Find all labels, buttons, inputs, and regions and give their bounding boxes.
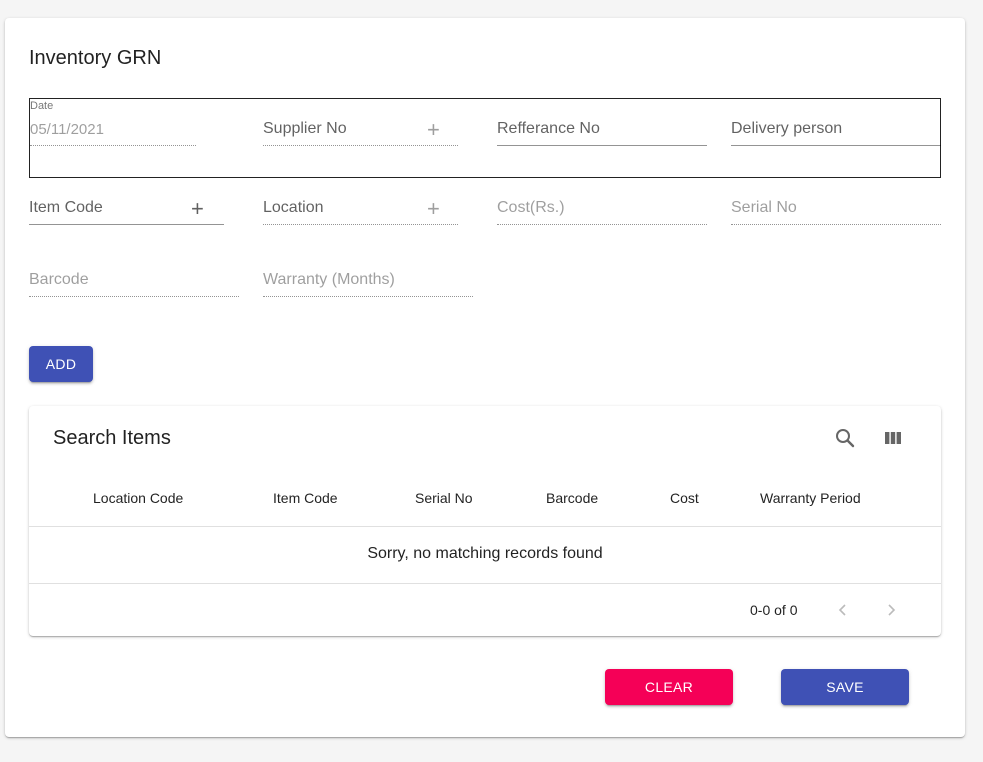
item-code-field[interactable]: Item Code +: [29, 198, 224, 225]
empty-message: Sorry, no matching records found: [367, 545, 603, 562]
barcode-field[interactable]: Barcode: [29, 271, 239, 297]
column-header-warranty-period[interactable]: Warranty Period: [760, 490, 861, 506]
column-header-barcode[interactable]: Barcode: [546, 490, 598, 506]
view-columns-icon[interactable]: [881, 426, 905, 450]
reference-no-label: Refferance No: [497, 120, 600, 137]
chevron-left-icon[interactable]: [831, 598, 855, 622]
table-title: Search Items: [53, 427, 171, 449]
chevron-right-icon[interactable]: [879, 598, 903, 622]
delivery-person-label: Delivery person: [731, 120, 843, 137]
supplier-no-label: Supplier No: [263, 120, 347, 137]
cost-field[interactable]: Cost(Rs.): [497, 199, 707, 225]
save-button-label: SAVE: [826, 679, 864, 695]
warranty-field[interactable]: Warranty (Months): [263, 271, 473, 297]
item-code-label: Item Code: [29, 199, 103, 216]
column-header-serial-no[interactable]: Serial No: [415, 490, 473, 506]
date-field[interactable]: Date 05/11/2021: [30, 100, 196, 148]
add-supplier-icon[interactable]: +: [427, 119, 440, 141]
date-value: 05/11/2021: [30, 121, 104, 138]
add-button[interactable]: ADD: [29, 346, 93, 382]
reference-no-field[interactable]: Refferance No: [497, 120, 707, 146]
search-icon[interactable]: [833, 426, 857, 450]
cost-label: Cost(Rs.): [497, 199, 565, 216]
supplier-no-field[interactable]: Supplier No +: [263, 119, 458, 146]
add-item-code-icon[interactable]: +: [191, 198, 204, 220]
location-field[interactable]: Location +: [263, 198, 458, 225]
add-button-label: ADD: [45, 356, 77, 372]
serial-no-label: Serial No: [731, 199, 797, 216]
clear-button[interactable]: CLEAR: [605, 669, 733, 705]
warranty-label: Warranty (Months): [263, 271, 395, 288]
add-location-icon[interactable]: +: [427, 198, 440, 220]
column-header-item-code[interactable]: Item Code: [273, 490, 338, 506]
footer-divider: [29, 583, 941, 584]
save-button[interactable]: SAVE: [781, 669, 909, 705]
delivery-person-field[interactable]: Delivery person: [731, 120, 941, 146]
column-header-cost[interactable]: Cost: [670, 490, 699, 506]
search-items-table: Search Items Location Code Item Code Ser…: [29, 406, 941, 636]
column-header-location-code[interactable]: Location Code: [93, 490, 183, 506]
barcode-label: Barcode: [29, 271, 89, 288]
header-divider: [29, 526, 941, 527]
clear-button-label: CLEAR: [644, 679, 694, 695]
location-label: Location: [263, 199, 324, 216]
date-label: Date: [30, 100, 54, 112]
inventory-grn-card: Inventory GRN Date 05/11/2021 Supplier N…: [5, 18, 965, 737]
pagination-text: 0-0 of 0: [750, 602, 798, 618]
page-title: Inventory GRN: [29, 47, 162, 69]
serial-no-field[interactable]: Serial No: [731, 199, 941, 225]
